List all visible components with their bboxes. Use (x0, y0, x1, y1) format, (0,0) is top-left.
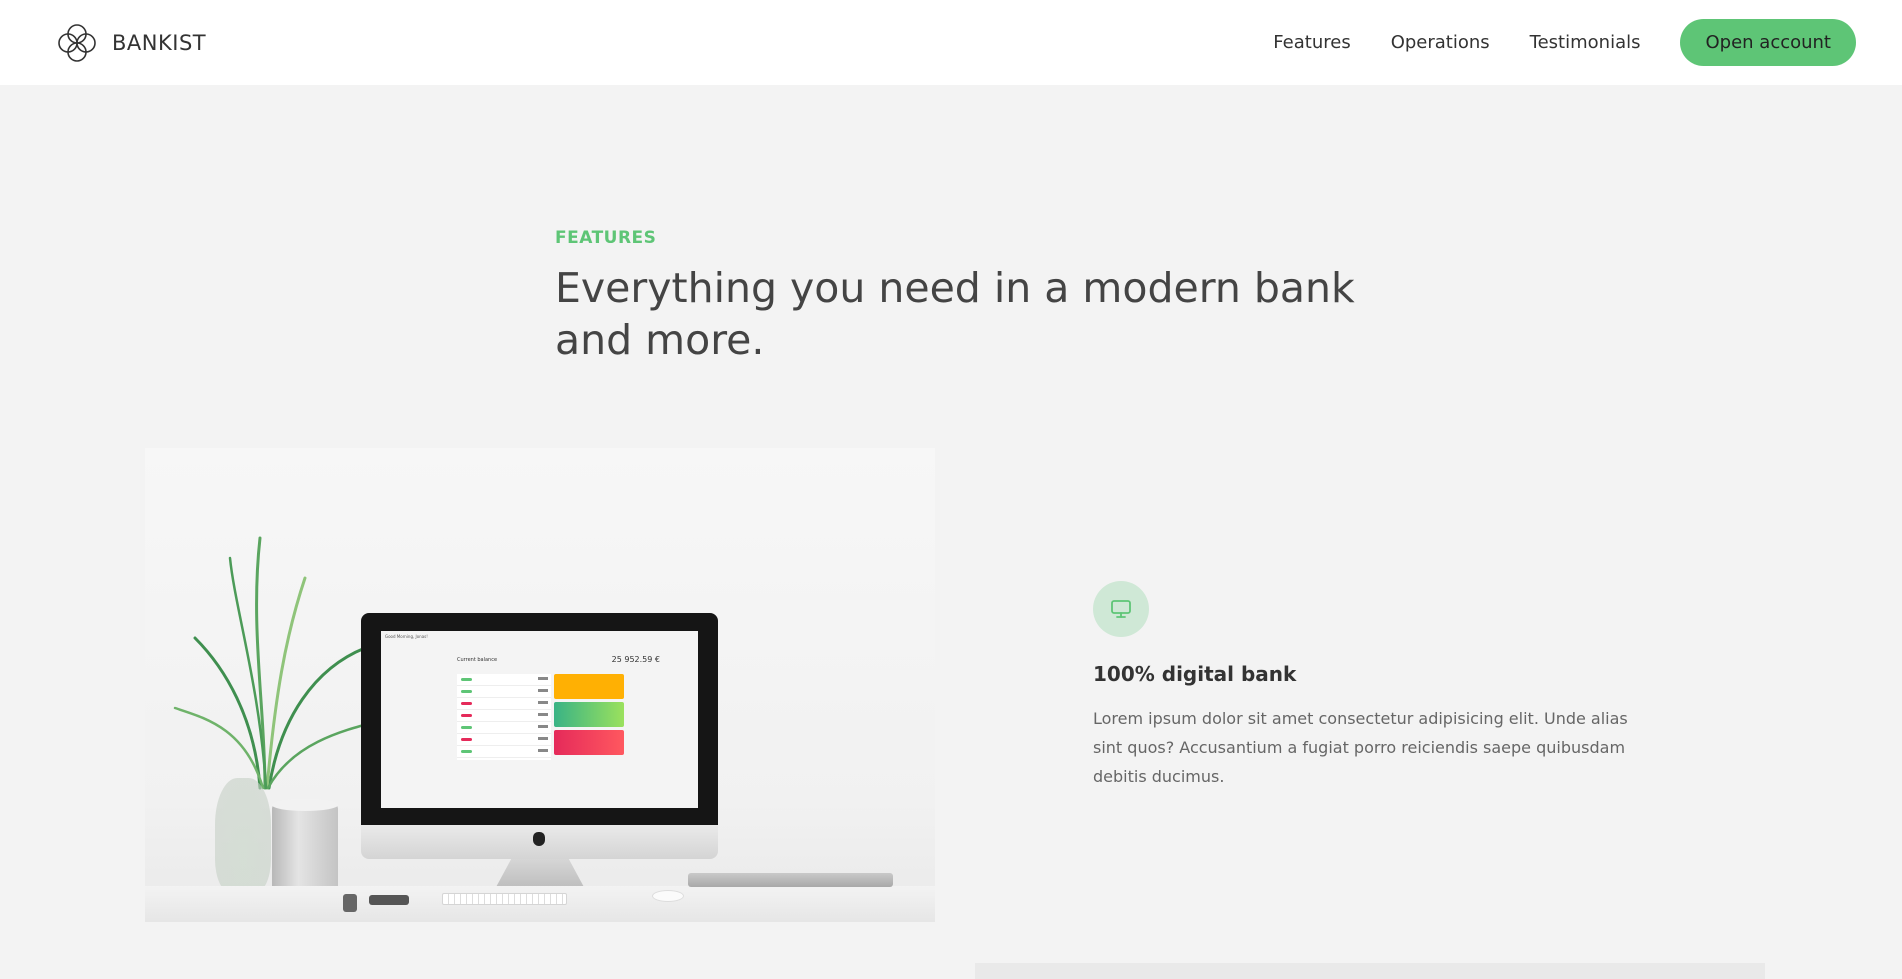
screen-movements-list (457, 674, 551, 760)
speaker (272, 803, 338, 897)
feature-description: Lorem ipsum dolor sit amet consectetur a… (1093, 709, 1628, 786)
screen-transfer-card (554, 674, 624, 699)
mouse (652, 890, 684, 902)
screen-close-card (554, 730, 624, 755)
nav-links: Features Operations Testimonials Open ac… (1233, 19, 1856, 66)
screen-movement-row (457, 674, 551, 686)
next-feature-image (975, 963, 1765, 979)
keyboard (442, 893, 567, 905)
section-eyebrow: FEATURES (555, 228, 657, 248)
apple-logo-icon (533, 832, 545, 846)
open-account-button[interactable]: Open account (1680, 19, 1856, 66)
section-title: Everything you need in a modern bank and… (555, 264, 1355, 365)
screen-balance-label: Current balance (457, 657, 498, 663)
screen-movement-row (457, 722, 551, 734)
nav-link-operations[interactable]: Operations (1391, 32, 1490, 53)
nav-link-testimonials[interactable]: Testimonials (1530, 32, 1641, 53)
screen-movement-row (457, 734, 551, 746)
imac-screen: Good Morning, Jonas! Current balance 25 … (381, 631, 698, 808)
feature-image-computer: Good Morning, Jonas! Current balance 25 … (145, 448, 935, 922)
screen-greeting: Good Morning, Jonas! (385, 634, 428, 639)
speaker-top (272, 799, 338, 811)
monitor-icon (1093, 581, 1149, 637)
feature-title: 100% digital bank (1093, 662, 1297, 686)
screen-loan-card (554, 702, 624, 727)
nav-link-features[interactable]: Features (1273, 32, 1350, 53)
screen-balance: 25 952.59 € (611, 655, 660, 664)
screen-movement-row (457, 746, 551, 758)
brand-logo[interactable]: BANKIST (54, 20, 206, 66)
bankist-logo-icon (58, 23, 96, 62)
imac-stand (495, 859, 585, 889)
brand-name: BANKIST (112, 30, 207, 55)
watch (343, 894, 357, 912)
glass-vase (215, 778, 271, 894)
top-nav: BANKIST Features Operations Testimonials… (0, 0, 1902, 85)
screen-movement-row (457, 710, 551, 722)
closed-laptop (688, 873, 893, 887)
screen-movement-row (457, 698, 551, 710)
imac-monitor: Good Morning, Jonas! Current balance 25 … (361, 613, 718, 825)
phone (369, 895, 409, 905)
screen-movement-row (457, 686, 551, 698)
